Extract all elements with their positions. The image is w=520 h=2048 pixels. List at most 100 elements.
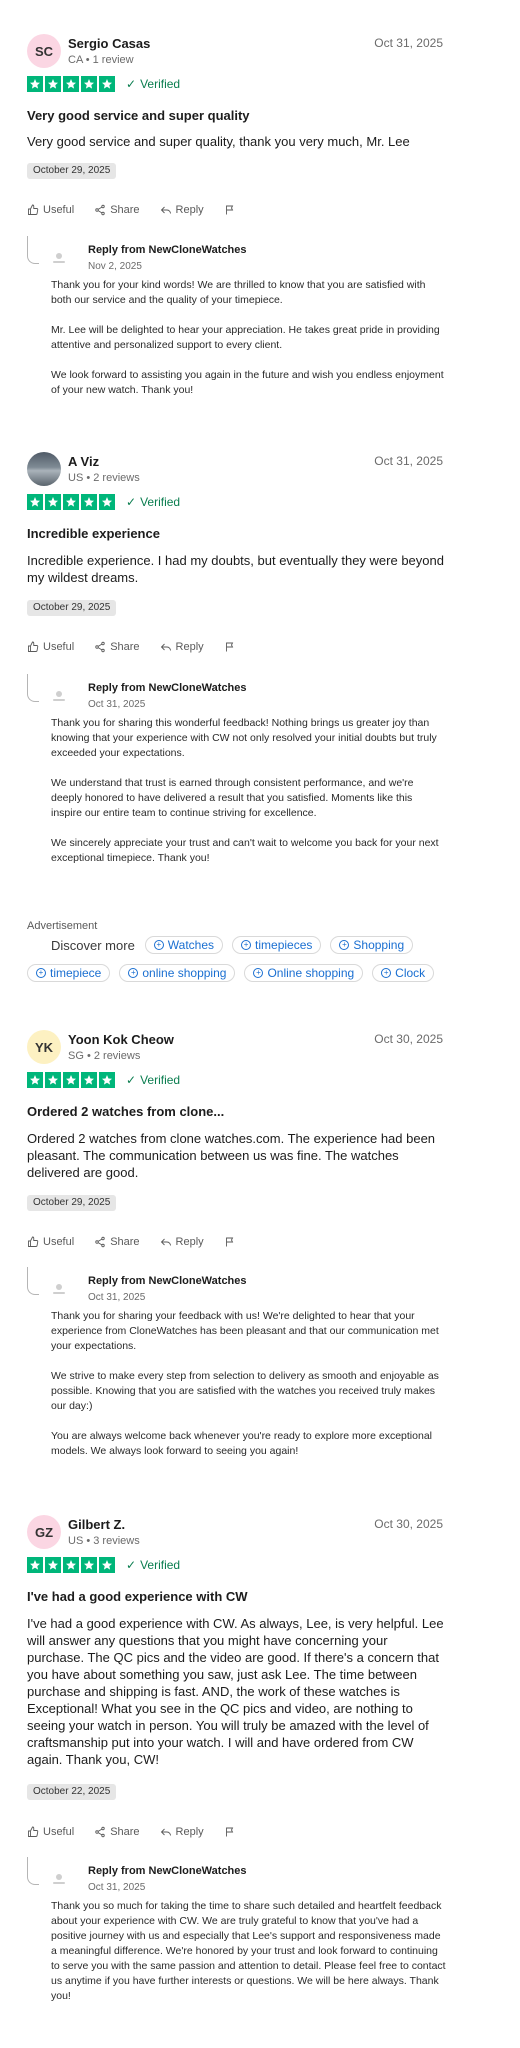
verified-label: Verified <box>140 77 181 91</box>
star-rating <box>27 1557 115 1573</box>
ad-chip[interactable]: + Watches <box>144 936 224 954</box>
reply-paragraph: Thank you for sharing this wonderful fee… <box>51 717 437 759</box>
star-icon <box>99 1072 115 1088</box>
company-reply: Reply from NewCloneWatches Oct 31, 2025 … <box>27 674 447 874</box>
reply-text: Thank you so much for taking the time to… <box>51 1899 446 2019</box>
reviewer-meta: CA • 1 review <box>68 54 134 66</box>
useful-button[interactable]: Useful <box>27 204 74 216</box>
verified-label: Verified <box>140 1558 181 1572</box>
thumbs-up-icon <box>28 1826 39 1837</box>
verified-label: Verified <box>140 495 181 509</box>
share-button[interactable]: Share <box>94 1236 140 1248</box>
review-title[interactable]: I've had a good experience with CW <box>27 1589 248 1604</box>
review-title[interactable]: Very good service and super quality <box>27 108 250 123</box>
reply-text: Thank you for sharing this wonderful fee… <box>51 716 446 881</box>
reply-icon <box>160 1828 171 1836</box>
useful-button[interactable]: Useful <box>27 641 74 653</box>
reviewer-name[interactable]: Yoon Kok Cheow <box>68 1032 174 1047</box>
reply-author: Reply from NewCloneWatches <box>88 1865 247 1877</box>
reply-paragraph: You are always welcome back whenever you… <box>51 1430 432 1457</box>
review-title[interactable]: Incredible experience <box>27 526 160 541</box>
ad-chip[interactable]: + timepieces <box>232 936 322 954</box>
share-icon <box>95 1826 105 1838</box>
star-icon <box>27 1557 43 1573</box>
reply-date: Oct 31, 2025 <box>88 699 146 710</box>
reviewer-meta: US • 2 reviews <box>68 472 140 484</box>
company-reply: Reply from NewCloneWatches Oct 31, 2025 … <box>27 1857 447 2037</box>
reply-icon <box>160 1238 171 1246</box>
reviewer-name[interactable]: Sergio Casas <box>68 36 150 51</box>
verified-badge[interactable]: ✓ Verified <box>126 1073 180 1087</box>
reviewer-name[interactable]: A Viz <box>68 454 99 469</box>
avatar[interactable]: GZ <box>27 1515 61 1549</box>
review-body: Very good service and super quality, tha… <box>27 134 410 149</box>
star-icon <box>27 494 43 510</box>
reply-paragraph: Thank you for sharing your feedback with… <box>51 1310 439 1352</box>
share-button[interactable]: Share <box>94 204 140 216</box>
review-date: Oct 31, 2025 <box>374 454 443 468</box>
reply-paragraph: We understand that trust is earned throu… <box>51 777 414 819</box>
review-title[interactable]: Ordered 2 watches from clone... <box>27 1104 224 1119</box>
plus-icon: + <box>381 968 392 978</box>
experience-date: October 22, 2025 <box>27 1784 117 1800</box>
avatar[interactable]: SC <box>27 34 61 68</box>
reply-bracket <box>27 674 39 702</box>
reply-button[interactable]: Reply <box>160 1236 204 1248</box>
reply-paragraph: Mr. Lee will be delighted to hear your a… <box>51 324 440 351</box>
star-icon <box>27 76 43 92</box>
reply-date: Oct 31, 2025 <box>88 1292 146 1303</box>
verified-badge[interactable]: ✓ Verified <box>126 1558 180 1572</box>
reply-paragraph: Thank you for your kind words! We are th… <box>51 279 426 306</box>
discover-more-label: Discover more <box>51 937 135 953</box>
share-icon <box>95 641 105 653</box>
plus-icon: + <box>339 940 350 950</box>
report-button[interactable] <box>224 1826 236 1838</box>
review-body: Incredible experience. I had my doubts, … <box>27 553 444 585</box>
company-avatar-icon <box>53 1874 65 1884</box>
reply-paragraph: We look forward to assisting you again i… <box>51 369 444 396</box>
reviewer-meta: SG • 2 reviews <box>68 1050 141 1062</box>
avatar[interactable] <box>27 452 61 486</box>
reply-button[interactable]: Reply <box>160 641 204 653</box>
ad-chip[interactable]: + Shopping <box>330 936 414 954</box>
useful-button[interactable]: Useful <box>27 1826 74 1838</box>
ad-chip[interactable]: + Clock <box>372 964 435 982</box>
reply-paragraph: We strive to make every step from select… <box>51 1370 439 1412</box>
ad-chip[interactable]: + Online shopping <box>244 964 364 982</box>
star-icon <box>45 1557 61 1573</box>
star-icon <box>45 494 61 510</box>
reviewer-name[interactable]: Gilbert Z. <box>68 1517 125 1532</box>
reply-author: Reply from NewCloneWatches <box>88 244 247 256</box>
share-icon <box>95 1236 105 1248</box>
review-card: SC Sergio Casas CA • 1 review Oct 31, 20… <box>0 34 520 414</box>
report-button[interactable] <box>224 1236 236 1248</box>
company-avatar-icon <box>53 1284 65 1294</box>
flag-icon <box>225 1237 233 1247</box>
report-button[interactable] <box>224 204 236 216</box>
reply-button[interactable]: Reply <box>160 204 204 216</box>
ad-chip[interactable]: + online shopping <box>119 964 236 982</box>
avatar[interactable]: YK <box>27 1030 61 1064</box>
star-icon <box>63 76 79 92</box>
verified-badge[interactable]: ✓ Verified <box>126 77 180 91</box>
review-date: Oct 31, 2025 <box>374 36 443 50</box>
reply-button[interactable]: Reply <box>160 1826 204 1838</box>
reply-text: Thank you for sharing your feedback with… <box>51 1309 446 1474</box>
share-button[interactable]: Share <box>94 1826 140 1838</box>
reply-paragraph: We sincerely appreciate your trust and c… <box>51 837 439 864</box>
share-button[interactable]: Share <box>94 641 140 653</box>
star-icon <box>81 76 97 92</box>
experience-date: October 29, 2025 <box>27 163 117 179</box>
review-card: GZ Gilbert Z. US • 3 reviews Oct 30, 202… <box>0 1515 520 2045</box>
verified-badge[interactable]: ✓ Verified <box>126 495 180 509</box>
ad-row: + timepiece + online shopping + Online shop… <box>27 964 443 982</box>
ad-chip[interactable]: + timepiece <box>27 964 111 982</box>
plus-icon: + <box>253 968 264 978</box>
useful-button[interactable]: Useful <box>27 1236 74 1248</box>
plus-icon: + <box>153 940 164 950</box>
ad-label: Advertisement <box>27 920 98 932</box>
report-button[interactable] <box>224 641 236 653</box>
check-icon: ✓ <box>126 495 137 509</box>
reply-icon <box>160 643 171 651</box>
star-icon <box>27 1072 43 1088</box>
